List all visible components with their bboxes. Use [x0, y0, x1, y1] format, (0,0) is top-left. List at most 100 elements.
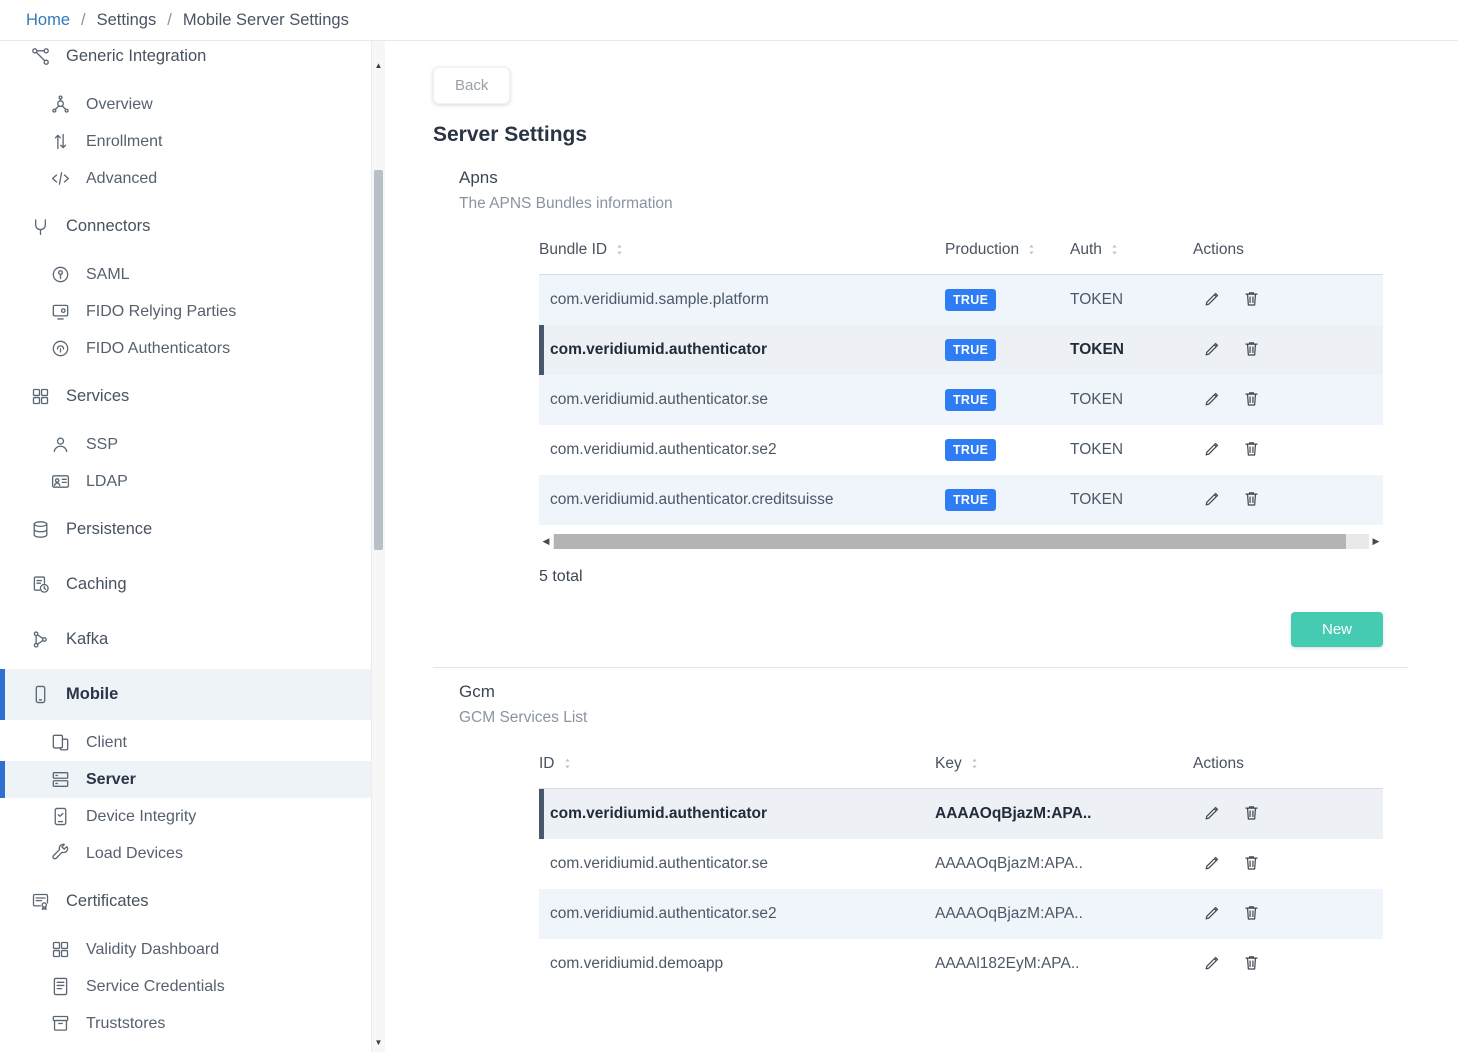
column-header-bundle-id[interactable]: Bundle ID: [539, 241, 945, 259]
apns-table-row[interactable]: com.veridiumid.authenticator.creditsuiss…: [539, 475, 1383, 525]
delete-button[interactable]: [1242, 849, 1275, 879]
sidebar-item-load-devices[interactable]: Load Devices: [0, 835, 371, 872]
column-header-production[interactable]: Production: [945, 241, 1070, 259]
advanced-icon: [50, 168, 71, 189]
gcm-table-row[interactable]: com.veridiumid.authenticator.seAAAAOqBja…: [539, 839, 1383, 889]
sidebar-item-kafka[interactable]: Kafka: [0, 614, 371, 665]
sidebar-item-label: Caching: [66, 575, 127, 594]
gcm-id-cell: com.veridiumid.authenticator: [539, 805, 935, 823]
edit-button[interactable]: [1203, 799, 1236, 829]
delete-button[interactable]: [1242, 949, 1275, 979]
sidebar-item-advanced[interactable]: Advanced: [0, 160, 371, 197]
delete-button[interactable]: [1242, 335, 1275, 365]
gcm-key-cell: AAAAOqBjazM:APA..: [935, 905, 1193, 923]
column-header-label: Production: [945, 241, 1019, 259]
sidebar-item-services[interactable]: Services: [0, 371, 371, 422]
scroll-left-arrow-icon[interactable]: ◀: [539, 536, 553, 547]
auth-cell: TOKEN: [1070, 341, 1193, 359]
delete-button[interactable]: [1242, 285, 1275, 315]
sidebar-item-enrollment[interactable]: Enrollment: [0, 123, 371, 160]
sidebar-item-generic-integration[interactable]: Generic Integration: [0, 41, 371, 82]
edit-button[interactable]: [1203, 335, 1236, 365]
sidebar-item-label: Server: [86, 771, 136, 789]
edit-button[interactable]: [1203, 435, 1236, 465]
delete-icon: [1242, 903, 1261, 922]
sidebar-item-ldap[interactable]: LDAP: [0, 463, 371, 500]
sidebar-item-saml[interactable]: SAML: [0, 256, 371, 293]
scroll-right-arrow-icon[interactable]: ▶: [1369, 536, 1383, 547]
hscroll-track[interactable]: [553, 534, 1369, 549]
apns-horizontal-scrollbar[interactable]: ◀ ▶: [539, 533, 1383, 550]
sidebar-scrollbar[interactable]: ▲ ▼: [371, 41, 385, 1052]
sidebar-item-server[interactable]: Server: [0, 761, 371, 798]
scroll-up-arrow-icon[interactable]: ▲: [372, 61, 385, 71]
edit-icon: [1203, 489, 1222, 508]
breadcrumb-item-home[interactable]: Home: [26, 11, 70, 30]
sidebar-item-fido-authenticators[interactable]: FIDO Authenticators: [0, 330, 371, 367]
apns-table-row[interactable]: com.veridiumid.authenticator.seTRUETOKEN: [539, 375, 1383, 425]
gcm-table-row[interactable]: com.veridiumid.authenticatorAAAAOqBjazM:…: [539, 789, 1383, 839]
gcm-table-row[interactable]: com.veridiumid.demoappAAAAl182EyM:APA..: [539, 939, 1383, 989]
breadcrumb-item-settings: Settings: [97, 11, 157, 30]
auth-cell: TOKEN: [1070, 491, 1193, 509]
hscroll-thumb[interactable]: [554, 534, 1346, 549]
edit-button[interactable]: [1203, 285, 1236, 315]
column-header-actions: Actions: [1193, 241, 1383, 259]
new-button[interactable]: New: [1291, 612, 1383, 647]
apns-table-row[interactable]: com.veridiumid.authenticator.se2TRUETOKE…: [539, 425, 1383, 475]
scrollbar-thumb[interactable]: [374, 170, 383, 550]
delete-button[interactable]: [1242, 435, 1275, 465]
edit-button[interactable]: [1203, 899, 1236, 929]
sidebar-item-caching[interactable]: Caching: [0, 559, 371, 610]
column-header-label: Key: [935, 755, 962, 773]
sidebar-item-ssp[interactable]: SSP: [0, 426, 371, 463]
truststores-icon: [50, 1013, 71, 1034]
delete-button[interactable]: [1242, 485, 1275, 515]
delete-button[interactable]: [1242, 799, 1275, 829]
sidebar-item-mobile[interactable]: Mobile: [0, 669, 371, 720]
sidebar-item-validity-dashboard[interactable]: Validity Dashboard: [0, 931, 371, 968]
ldap-icon: [50, 471, 71, 492]
sidebar-item-device-integrity[interactable]: Device Integrity: [0, 798, 371, 835]
sidebar-item-connectors[interactable]: Connectors: [0, 201, 371, 252]
overview-icon: [50, 94, 71, 115]
delete-button[interactable]: [1242, 899, 1275, 929]
edit-button[interactable]: [1203, 485, 1236, 515]
column-header-id[interactable]: ID: [539, 755, 935, 773]
sidebar-item-truststores[interactable]: Truststores: [0, 1005, 371, 1042]
sidebar-item-persistence[interactable]: Persistence: [0, 504, 371, 555]
column-header-auth[interactable]: Auth: [1070, 241, 1193, 259]
sidebar-item-certificates[interactable]: Certificates: [0, 876, 371, 927]
sidebar-item-overview[interactable]: Overview: [0, 86, 371, 123]
edit-button[interactable]: [1203, 949, 1236, 979]
gcm-key-cell: AAAAl182EyM:APA..: [935, 955, 1193, 973]
gcm-table-row[interactable]: com.veridiumid.authenticator.se2AAAAOqBj…: [539, 889, 1383, 939]
delete-button[interactable]: [1242, 385, 1275, 415]
sidebar-item-label: Validity Dashboard: [86, 941, 219, 959]
breadcrumb-separator: /: [81, 11, 86, 30]
sidebar-item-fido-relying-parties[interactable]: FIDO Relying Parties: [0, 293, 371, 330]
column-header-label: Actions: [1193, 755, 1244, 773]
server-icon: [50, 769, 71, 790]
gcm-key-cell: AAAAOqBjazM:APA..: [935, 855, 1193, 873]
edit-button[interactable]: [1203, 385, 1236, 415]
bundle-id-cell: com.veridiumid.authenticator.se2: [539, 441, 945, 459]
main-content: Back Server Settings Apns The APNS Bundl…: [385, 41, 1458, 1052]
auth-cell: TOKEN: [1070, 441, 1193, 459]
sidebar-item-client[interactable]: Client: [0, 724, 371, 761]
sort-icon: [1109, 242, 1120, 257]
device-integrity-icon: [50, 806, 71, 827]
back-button[interactable]: Back: [433, 67, 510, 104]
apns-table-row[interactable]: com.veridiumid.sample.platformTRUETOKEN: [539, 275, 1383, 325]
edit-button[interactable]: [1203, 849, 1236, 879]
sidebar-item-label: SSP: [86, 436, 118, 454]
sidebar-item-service-credentials[interactable]: Service Credentials: [0, 968, 371, 1005]
production-cell: TRUE: [945, 489, 1070, 511]
apns-table-row[interactable]: com.veridiumid.authenticatorTRUETOKEN: [539, 325, 1383, 375]
production-cell: TRUE: [945, 339, 1070, 361]
bundle-id-cell: com.veridiumid.sample.platform: [539, 291, 945, 309]
sidebar-item-label: Device Integrity: [86, 808, 196, 826]
bundle-id-cell: com.veridiumid.authenticator: [539, 341, 945, 359]
column-header-key[interactable]: Key: [935, 755, 1193, 773]
scroll-down-arrow-icon[interactable]: ▼: [372, 1038, 385, 1048]
